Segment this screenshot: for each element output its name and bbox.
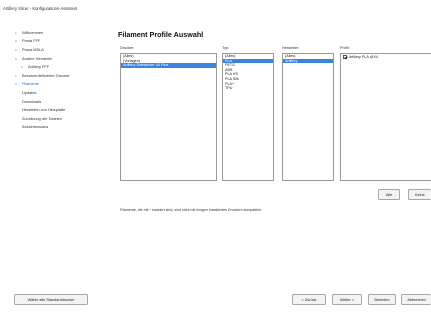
drucker-label: Drucker: bbox=[120, 46, 135, 50]
select-all-button[interactable]: Alle bbox=[378, 189, 400, 200]
list-item-selected[interactable]: Artillery Sidewinder X4 Plus bbox=[121, 63, 216, 68]
sidebar-item-heizplatte[interactable]: Herstellen von Heizplatte bbox=[14, 105, 110, 114]
sidebar-item-prusa-msla[interactable]: • Prusa MSLA bbox=[14, 45, 110, 54]
profil-label: Profil: bbox=[340, 46, 350, 50]
bullet-icon: • bbox=[15, 72, 17, 78]
hersteller-listbox[interactable]: (Alles) Artillery bbox=[282, 53, 334, 181]
profil-list: Artillery PLA @X4 bbox=[340, 53, 431, 181]
back-button[interactable]: < Zurück bbox=[292, 294, 326, 305]
list-item[interactable]: TPU bbox=[223, 86, 273, 91]
cancel-button[interactable]: Abbrechen bbox=[401, 294, 431, 305]
list-item-selected[interactable]: Artillery bbox=[283, 58, 333, 64]
wizard-sidebar: • Willkommen • Prusa FFF • Prusa MSLA • Ande… bbox=[14, 28, 110, 131]
sidebar-item-andere-hersteller[interactable]: • Andere Hersteller bbox=[14, 54, 110, 63]
checkbox[interactable] bbox=[343, 55, 347, 59]
page-title: Filament Profile Auswahl bbox=[118, 30, 204, 39]
bullet-icon: • bbox=[15, 46, 17, 52]
sidebar-item-willkommen[interactable]: • Willkommen bbox=[14, 28, 110, 37]
typ-label: Typ: bbox=[222, 46, 230, 50]
bullet-icon: • bbox=[15, 81, 17, 87]
profile-row[interactable]: Artillery PLA @X4 bbox=[341, 54, 431, 60]
hersteller-label: Hersteller: bbox=[282, 46, 300, 50]
sidebar-item-ansichtsmodus[interactable]: Ansichtsmodus bbox=[14, 123, 110, 132]
finish-button[interactable]: Beenden bbox=[368, 294, 396, 305]
sidebar-item-benutzerdefinierter-drucker[interactable]: • Benutzerdefinierter Drucker bbox=[14, 71, 110, 80]
sidebar-item-artillery-fff[interactable]: • Artillery FFF bbox=[14, 62, 110, 71]
sidebar-item-prusa-fff[interactable]: • Prusa FFF bbox=[14, 37, 110, 46]
profile-label: Artillery PLA @X4 bbox=[348, 55, 378, 59]
compatibility-notice: Filamente, die mit * markiert sind, sind… bbox=[120, 208, 263, 212]
select-standard-printers-button[interactable]: Wähle alle Standarddrucker bbox=[14, 294, 88, 305]
typ-listbox[interactable]: (Alles) PLA PETG ABS PLA HS PLA Silk PLA… bbox=[222, 53, 274, 181]
select-none-button[interactable]: Keine bbox=[408, 189, 431, 200]
bullet-icon: • bbox=[15, 55, 17, 61]
sidebar-item-downloads[interactable]: Downloads bbox=[14, 97, 110, 106]
drucker-listbox[interactable]: (Alles) (Vorlagen) Artillery Sidewinder … bbox=[120, 53, 217, 181]
sidebar-item-updates[interactable]: Updates bbox=[14, 88, 110, 97]
next-button[interactable]: Weiter > bbox=[332, 294, 362, 305]
bullet-icon: • bbox=[21, 64, 23, 70]
sidebar-item-zuordnung-dateien[interactable]: Zuordnung der Dateien bbox=[14, 114, 110, 123]
window-title: Artillery Slicer - Konfigurations-Assist… bbox=[3, 6, 78, 11]
sidebar-item-filamente[interactable]: • Filamente bbox=[14, 80, 110, 89]
bullet-icon: • bbox=[15, 29, 17, 35]
bullet-icon: • bbox=[15, 38, 17, 44]
